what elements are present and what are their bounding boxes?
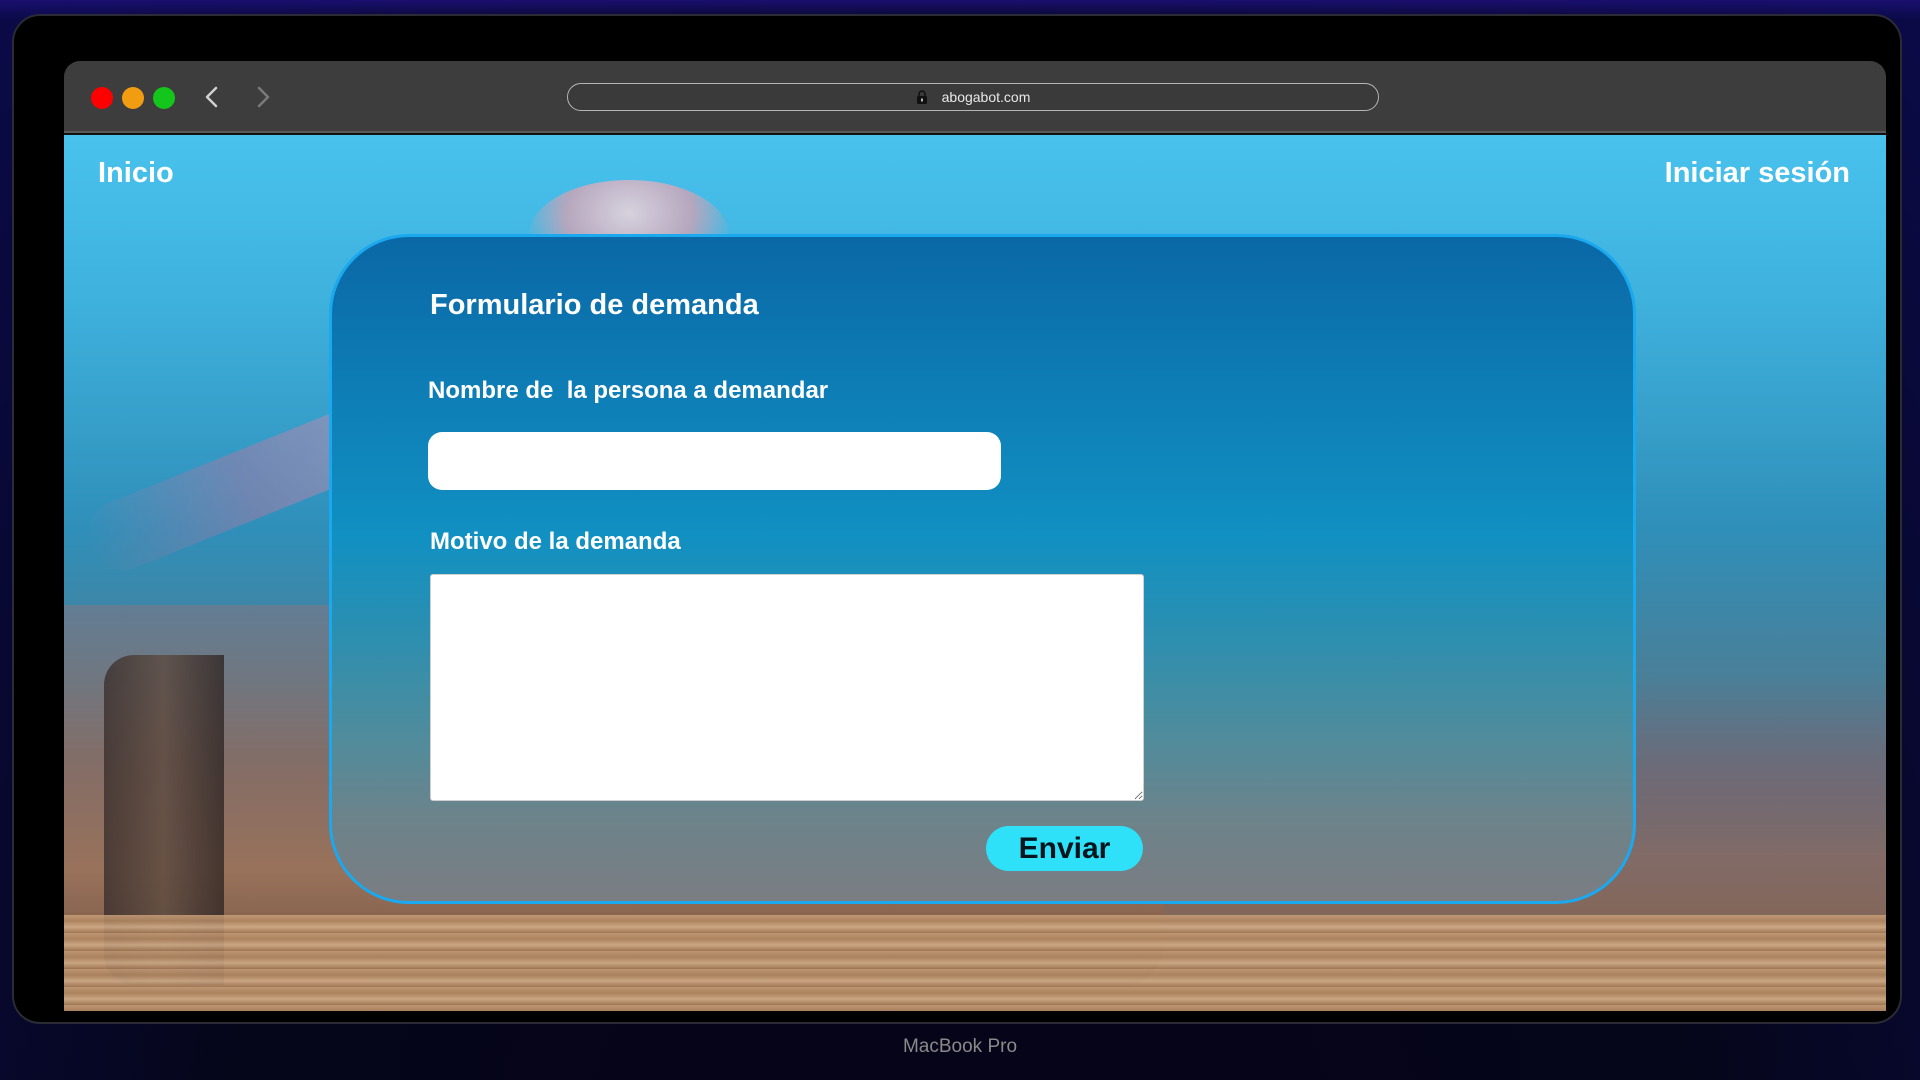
maximize-window-button[interactable] bbox=[153, 87, 175, 109]
nav-login-link[interactable]: Iniciar sesión bbox=[1665, 157, 1850, 190]
minimize-window-button[interactable] bbox=[122, 87, 144, 109]
complaint-form-card: Formulario de demanda Nombre de la perso… bbox=[329, 234, 1636, 904]
address-bar[interactable]: abogabot.com bbox=[567, 83, 1379, 111]
defendant-name-input[interactable] bbox=[428, 432, 1001, 490]
url-text: abogabot.com bbox=[941, 89, 1031, 105]
defendant-name-label: Nombre de la persona a demandar bbox=[428, 377, 829, 404]
nav-home-link[interactable]: Inicio bbox=[98, 157, 174, 190]
chevron-right-icon bbox=[257, 86, 270, 108]
form-title: Formulario de demanda bbox=[430, 289, 759, 321]
laptop-frame: abogabot.com Inicio Iniciar sesión Formu… bbox=[12, 14, 1902, 1024]
browser-toolbar: abogabot.com bbox=[64, 61, 1886, 133]
background-table bbox=[64, 915, 1886, 1011]
close-window-button[interactable] bbox=[91, 87, 113, 109]
submit-button[interactable]: Enviar bbox=[986, 826, 1143, 871]
device-label: MacBook Pro bbox=[902, 1036, 1018, 1057]
chevron-left-icon bbox=[205, 86, 218, 108]
page-viewport: Inicio Iniciar sesión Formulario de dema… bbox=[64, 135, 1886, 1011]
complaint-reason-textarea[interactable] bbox=[430, 574, 1144, 801]
complaint-reason-label: Motivo de la demanda bbox=[430, 528, 681, 555]
forward-button[interactable] bbox=[249, 79, 279, 115]
back-button[interactable] bbox=[196, 79, 226, 115]
lock-icon bbox=[916, 90, 927, 104]
browser-window: abogabot.com Inicio Iniciar sesión Formu… bbox=[64, 61, 1886, 1011]
